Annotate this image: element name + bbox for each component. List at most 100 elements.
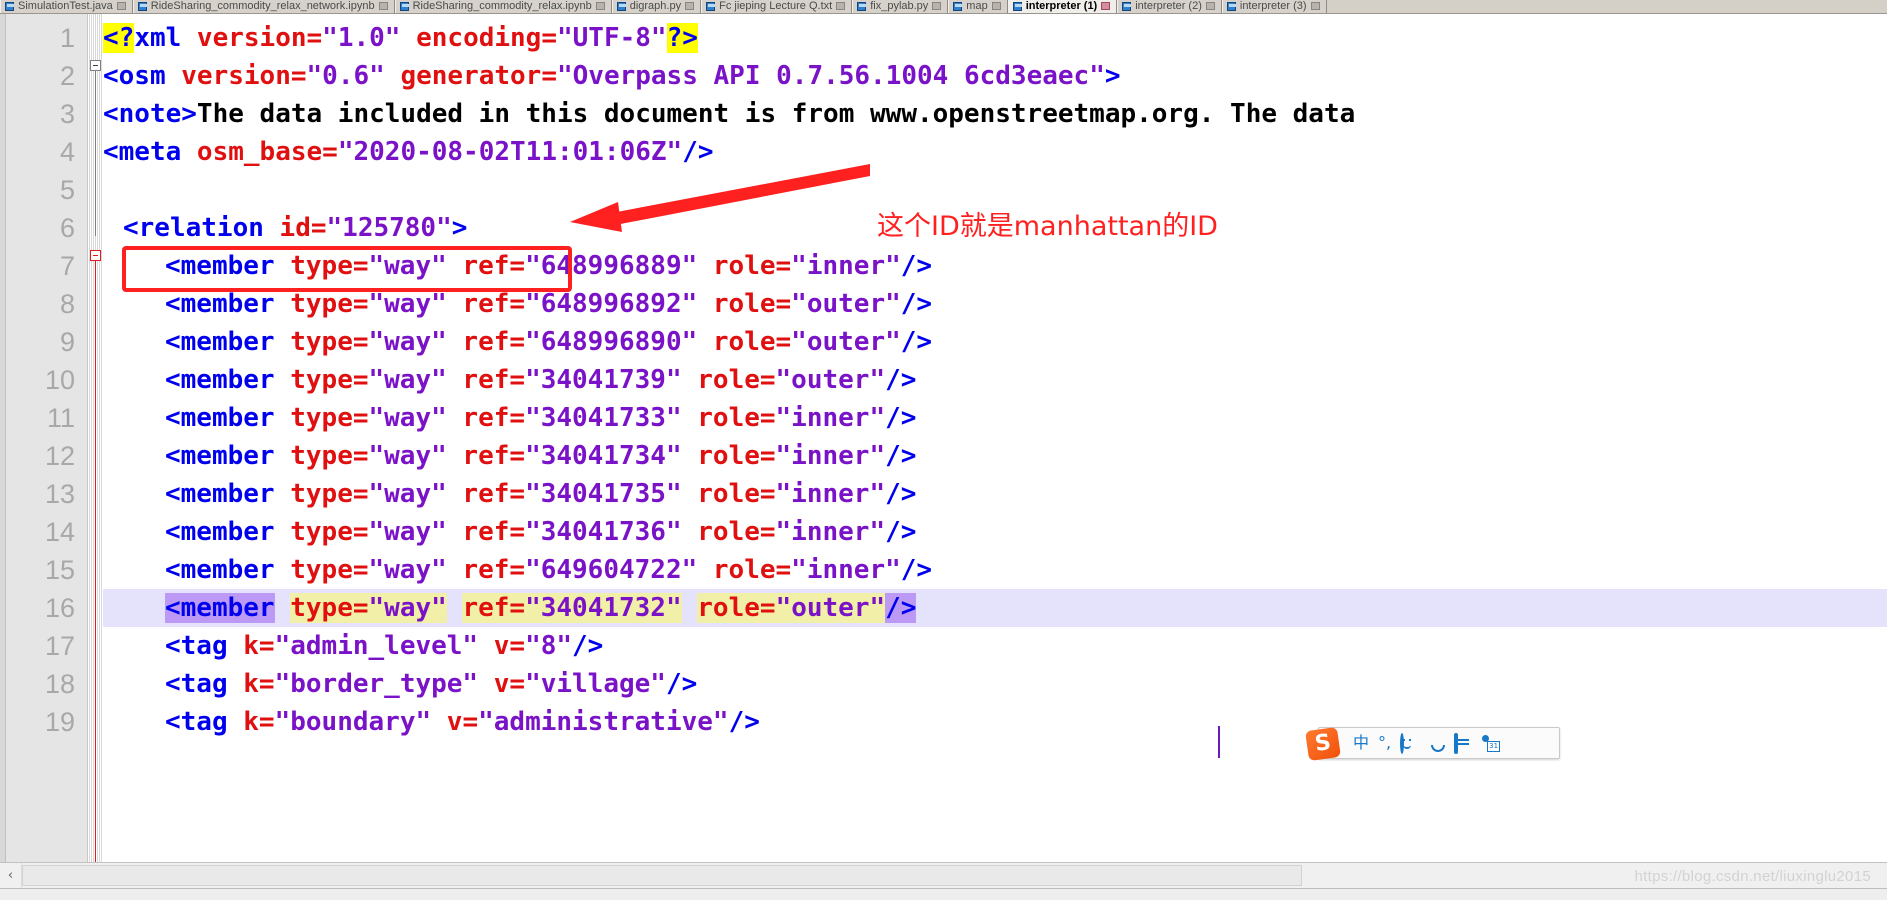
code-token: /> xyxy=(885,403,917,433)
code-token: ref= xyxy=(446,403,526,433)
code-token: "way" xyxy=(368,517,447,547)
document-icon xyxy=(5,1,14,11)
smiley-icon[interactable] xyxy=(1400,733,1418,754)
code-line-12[interactable]: <member type="way" ref="34041734" role="… xyxy=(103,437,916,475)
editor-tab-4[interactable]: Fc jieping Lecture Q.txt xyxy=(701,0,853,13)
code-token: k= xyxy=(227,631,275,661)
sogou-ime-toolbar[interactable]: S 中 °, xyxy=(1305,726,1561,762)
code-token: <member xyxy=(165,593,275,623)
editor-tab-8[interactable]: interpreter (2) xyxy=(1117,0,1222,13)
close-icon[interactable] xyxy=(685,2,695,10)
code-token: <member xyxy=(165,251,275,281)
csdn-watermark: https://blog.csdn.net/liuxinglu2015 xyxy=(1634,868,1871,885)
code-token: <relation xyxy=(123,213,264,243)
close-icon[interactable] xyxy=(378,2,388,10)
close-icon[interactable] xyxy=(836,2,846,10)
document-icon xyxy=(616,1,626,11)
scroll-left-arrow-icon[interactable]: ‹ xyxy=(0,862,22,889)
scrollbar-thumb[interactable] xyxy=(22,864,1302,886)
close-icon[interactable] xyxy=(932,2,942,10)
editor-tab-label: RideSharing_commodity_relax_network.ipyn… xyxy=(150,0,375,12)
fold-guide-line-osm xyxy=(95,66,96,236)
fold-toggle-line-6[interactable] xyxy=(90,250,101,261)
line-number: 17 xyxy=(44,631,75,661)
fold-toggle-line-2[interactable] xyxy=(90,60,101,71)
code-line-1[interactable]: <?xml version="1.0" encoding="UTF-8"?> xyxy=(103,19,698,57)
code-token: ref= xyxy=(446,327,526,357)
punctuation-mode-icon[interactable]: °, xyxy=(1378,735,1391,751)
editor-tab-9[interactable]: interpreter (3) xyxy=(1221,0,1327,13)
editor-tab-6[interactable]: map xyxy=(948,0,1008,13)
code-token: role= xyxy=(697,251,792,281)
toolbox-grid-icon[interactable] xyxy=(1535,735,1553,751)
editor-tab-1[interactable]: RideSharing_commodity_relax_network.ipyn… xyxy=(132,0,395,13)
close-icon[interactable] xyxy=(1205,2,1215,10)
close-icon[interactable] xyxy=(595,2,605,10)
microphone-icon[interactable] xyxy=(1427,735,1445,751)
keyboard-icon[interactable] xyxy=(1454,733,1472,754)
code-token: "way" xyxy=(368,251,447,281)
code-line-6[interactable]: <relation id="125780"> xyxy=(103,209,467,247)
code-token: "outer" xyxy=(791,289,901,319)
horizontal-scrollbar[interactable]: ‹ xyxy=(0,862,1887,889)
code-line-10[interactable]: <member type="way" ref="34041739" role="… xyxy=(103,361,916,399)
code-editor[interactable]: 1 2 3 4 5 6 7 8 9 10 11 12 13 14 15 16 17 18 19 <?xml vers… xyxy=(0,14,1887,862)
close-icon[interactable] xyxy=(1101,2,1111,10)
code-line-16[interactable]: <member type="way" ref="34041732" role="… xyxy=(103,589,917,627)
window-bottom-edge xyxy=(0,888,1887,900)
code-folding-column[interactable] xyxy=(88,14,102,862)
code-line-7[interactable]: <member type="way" ref="648996889" role=… xyxy=(103,247,932,285)
code-token: role= xyxy=(681,479,776,509)
close-icon[interactable] xyxy=(1310,2,1320,10)
code-text-area[interactable]: <?xml version="1.0" encoding="UTF-8"?> <o… xyxy=(103,14,1887,862)
line-number: 7 xyxy=(59,251,75,281)
editor-tab-3[interactable]: digraph.py xyxy=(611,0,702,13)
code-line-3[interactable]: <note>The data included in this document… xyxy=(103,95,1355,133)
close-icon[interactable] xyxy=(116,2,126,10)
editor-tab-2[interactable]: RideSharing_commodity_relax.ipynb xyxy=(394,0,612,13)
editor-tab-5[interactable]: fix_pylab.py xyxy=(852,0,949,13)
line-number: 19 xyxy=(44,707,75,737)
code-token: type= xyxy=(274,251,369,281)
code-token: ref= xyxy=(446,441,526,471)
code-line-11[interactable]: <member type="way" ref="34041733" role="… xyxy=(103,399,916,437)
code-token: type= xyxy=(274,403,369,433)
code-line-14[interactable]: <member type="way" ref="34041736" role="… xyxy=(103,513,916,551)
editor-tab-7[interactable]: interpreter (1) xyxy=(1007,0,1118,13)
language-mode-icon[interactable]: 中 xyxy=(1353,735,1369,751)
line-number: 11 xyxy=(46,403,75,433)
code-token: "way" xyxy=(368,441,447,471)
scrollbar-track[interactable] xyxy=(22,862,1887,889)
line-number: 14 xyxy=(44,517,75,547)
code-token: role= xyxy=(681,441,776,471)
code-line-2[interactable]: <osm version="0.6" generator="Overpass A… xyxy=(103,57,1121,95)
close-icon[interactable] xyxy=(991,2,1001,10)
code-line-13[interactable]: <member type="way" ref="34041735" role="… xyxy=(103,475,916,513)
code-line-8[interactable]: <member type="way" ref="648996892" role=… xyxy=(103,285,932,323)
editor-tab-label: map xyxy=(966,0,988,12)
code-token: "inner" xyxy=(775,517,886,547)
code-token: v= xyxy=(431,707,479,737)
calendar-person-icon[interactable] xyxy=(1481,735,1499,751)
code-line-19[interactable]: <tag k="boundary" v="administrative"/> xyxy=(103,703,760,741)
code-line-9[interactable]: <member type="way" ref="648996890" role=… xyxy=(103,323,932,361)
code-line-15[interactable]: <member type="way" ref="649604722" role=… xyxy=(103,551,932,589)
editor-tab-0[interactable]: SimulationTest.java xyxy=(0,0,133,13)
code-token: ref= xyxy=(462,593,526,623)
editor-tab-label: digraph.py xyxy=(629,0,682,12)
code-token: role= xyxy=(697,327,792,357)
code-token: <member xyxy=(165,403,275,433)
code-line-17[interactable]: <tag k="admin_level" v="8"/> xyxy=(103,627,603,665)
code-token: "34041736" xyxy=(525,517,682,547)
sogou-logo-icon[interactable]: S xyxy=(1305,726,1341,762)
editor-tab-bar[interactable]: SimulationTest.java RideSharing_commodity… xyxy=(0,0,1887,14)
document-icon xyxy=(399,1,409,11)
code-token: "34041735" xyxy=(525,479,682,509)
code-token: "way" xyxy=(368,327,447,357)
document-icon xyxy=(857,1,867,11)
skin-shirt-icon[interactable] xyxy=(1508,735,1526,751)
code-token: ref= xyxy=(446,517,526,547)
code-line-4[interactable]: <meta osm_base="2020-08-02T11:01:06Z"/> xyxy=(103,133,714,171)
code-line-18[interactable]: <tag k="border_type" v="village"/> xyxy=(103,665,697,703)
code-token: version= xyxy=(165,61,307,91)
